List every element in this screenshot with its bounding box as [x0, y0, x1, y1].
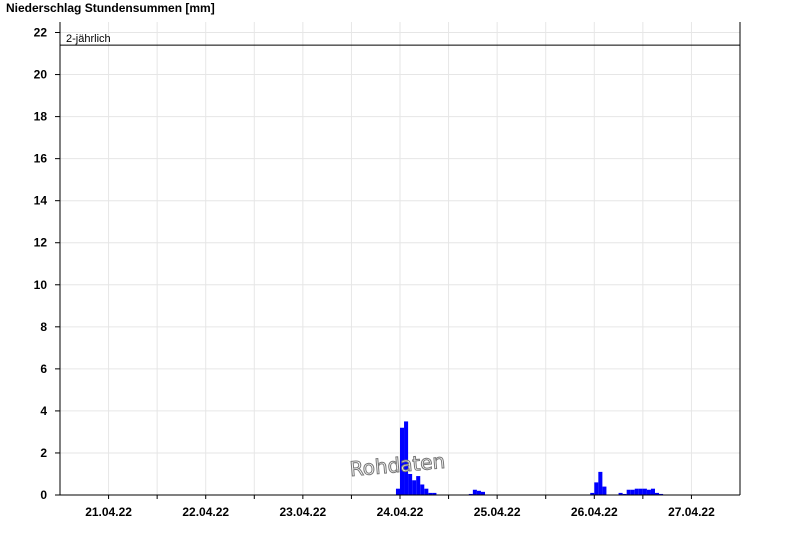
precip-bar: [424, 488, 429, 495]
tick-labels-layer: 0 2 4 6 8 10 12 14 16 18 20 22 21.04.22 22.04.22 23.04…: [34, 26, 715, 519]
precip-bar: [420, 484, 425, 495]
x-tick-label: 26.04.22: [571, 505, 618, 519]
precip-bar: [594, 482, 599, 495]
y-tick-label: 8: [40, 320, 47, 334]
precip-bar: [634, 488, 639, 495]
x-tick-label: 23.04.22: [279, 505, 326, 519]
y-tick-label: 20: [34, 68, 48, 82]
axes-layer: [55, 22, 741, 499]
grid-layer: [60, 22, 740, 495]
y-tick-label: 18: [34, 110, 48, 124]
precip-bar: [416, 476, 421, 495]
precip-bar: [412, 480, 417, 495]
y-tick-label: 22: [34, 26, 48, 40]
precip-bar: [408, 473, 413, 495]
precip-bar: [630, 489, 635, 495]
y-tick-label: 12: [34, 236, 48, 250]
precip-bar: [650, 488, 655, 495]
precip-bar: [395, 488, 400, 495]
precip-bar: [638, 488, 643, 495]
y-tick-label: 0: [40, 488, 47, 502]
x-tick-label: 22.04.22: [182, 505, 229, 519]
y-tick-label: 14: [34, 194, 48, 208]
y-tick-label: 16: [34, 152, 48, 166]
precip-bar: [626, 489, 631, 495]
y-tick-label: 2: [40, 446, 47, 460]
y-tick-label: 4: [40, 404, 47, 418]
precip-bar: [472, 489, 477, 495]
y-tick-label: 10: [34, 278, 48, 292]
x-tick-label: 24.04.22: [377, 505, 424, 519]
chart-plot: 2-jährlich 0 2 4 6 8 10 12 14 16 18 20 22 21.04.22 22…: [34, 22, 741, 519]
watermark-text: Rohdaten: [349, 449, 446, 481]
precip-bar: [598, 471, 603, 495]
precip-bar: [646, 489, 651, 495]
y-tick-label: 6: [40, 362, 47, 376]
reference-line-label: 2-jährlich: [66, 33, 111, 45]
x-tick-label: 27.04.22: [668, 505, 715, 519]
precip-bar: [642, 488, 647, 495]
x-tick-label: 25.04.22: [474, 505, 521, 519]
precip-bar: [476, 490, 481, 495]
x-tick-label: 21.04.22: [85, 505, 132, 519]
precip-bar: [602, 486, 607, 495]
